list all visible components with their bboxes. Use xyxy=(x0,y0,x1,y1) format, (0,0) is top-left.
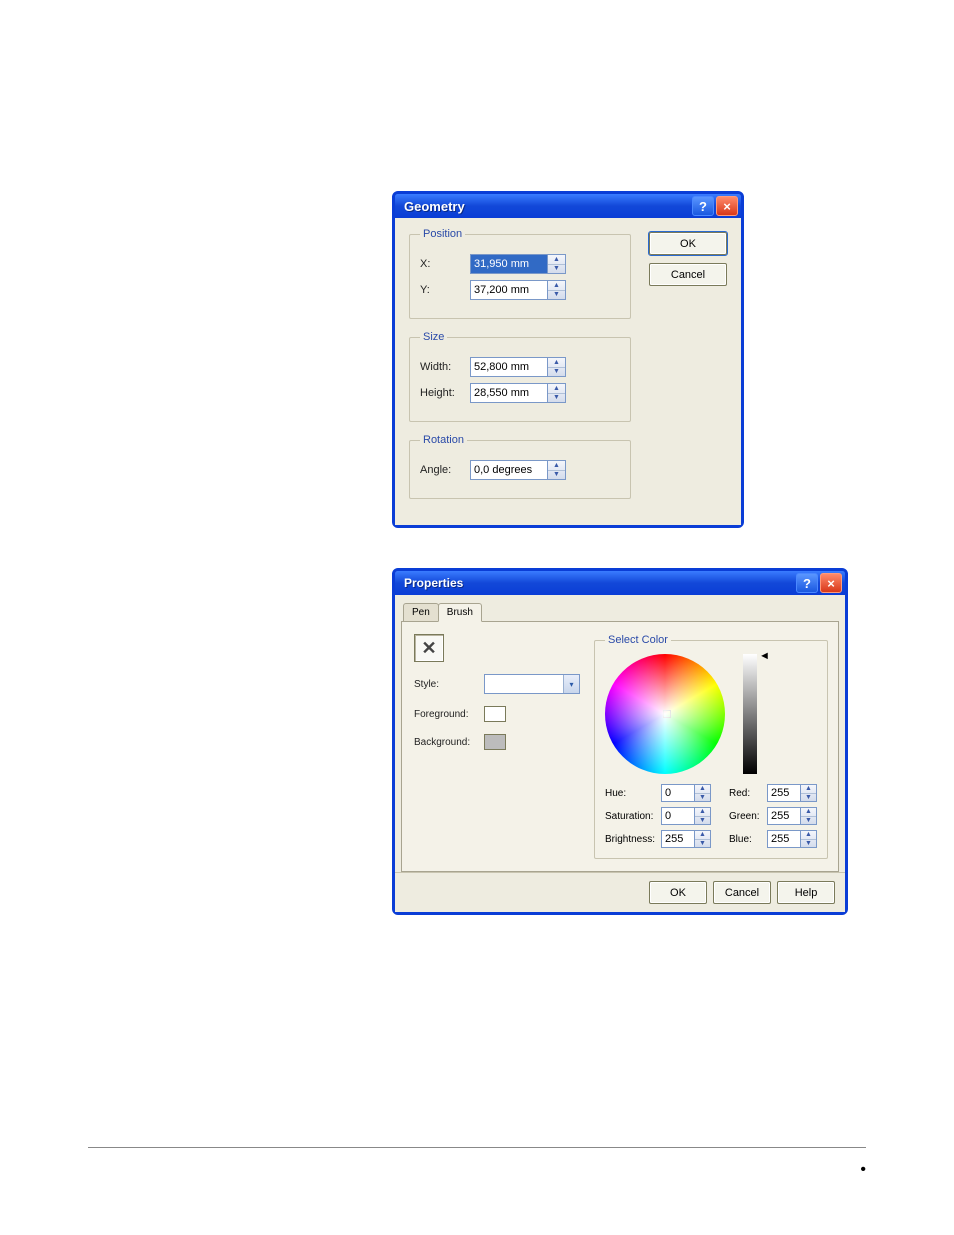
blue-input[interactable] xyxy=(767,830,801,848)
spinner-down-icon[interactable]: ▼ xyxy=(548,393,565,403)
help-icon[interactable]: ? xyxy=(796,573,818,593)
spinner-down-icon[interactable]: ▼ xyxy=(548,367,565,377)
background-swatch[interactable] xyxy=(484,734,506,750)
style-label: Style: xyxy=(414,679,484,690)
position-group: Position X: ▲▼ Y: ▲▼ xyxy=(409,228,631,319)
saturation-spinner[interactable]: ▲▼ xyxy=(661,807,711,825)
spinner-down-icon[interactable]: ▼ xyxy=(548,470,565,480)
red-spinner[interactable]: ▲▼ xyxy=(767,784,817,802)
close-icon[interactable]: × xyxy=(820,573,842,593)
width-input[interactable] xyxy=(470,357,548,377)
chevron-down-icon[interactable]: ▾ xyxy=(563,675,579,693)
angle-label: Angle: xyxy=(420,464,470,476)
width-spinner[interactable]: ▲▼ xyxy=(470,357,568,377)
brightness-label: Brightness: xyxy=(605,834,661,845)
foreground-swatch[interactable] xyxy=(484,706,506,722)
spinner-up-icon[interactable]: ▲ xyxy=(548,255,565,264)
height-spinner[interactable]: ▲▼ xyxy=(470,383,568,403)
spinner-up-icon[interactable]: ▲ xyxy=(695,808,710,816)
width-label: Width: xyxy=(420,361,470,373)
hue-label: Hue: xyxy=(605,788,661,799)
close-icon[interactable]: × xyxy=(716,196,738,216)
position-legend: Position xyxy=(420,228,465,240)
blue-label: Blue: xyxy=(729,834,767,845)
height-input[interactable] xyxy=(470,383,548,403)
angle-spinner[interactable]: ▲▼ xyxy=(470,460,568,480)
y-input[interactable] xyxy=(470,280,548,300)
spinner-up-icon[interactable]: ▲ xyxy=(548,358,565,367)
geometry-title: Geometry xyxy=(398,199,690,214)
geometry-titlebar[interactable]: Geometry ? × xyxy=(395,194,741,218)
size-legend: Size xyxy=(420,331,447,343)
brightness-arrow-icon[interactable]: ◄ xyxy=(759,650,770,662)
cancel-button[interactable]: Cancel xyxy=(649,263,727,286)
select-color-legend: Select Color xyxy=(605,634,671,646)
brush-panel: ✕ Style: ▾ Foreground: Background: xyxy=(401,621,839,872)
tab-brush[interactable]: Brush xyxy=(438,603,482,622)
x-spinner[interactable]: ▲▼ xyxy=(470,254,568,274)
background-label: Background: xyxy=(414,737,484,748)
spinner-down-icon[interactable]: ▼ xyxy=(695,816,710,825)
spinner-up-icon[interactable]: ▲ xyxy=(801,831,816,839)
spinner-up-icon[interactable]: ▲ xyxy=(548,461,565,470)
saturation-input[interactable] xyxy=(661,807,695,825)
angle-input[interactable] xyxy=(470,460,548,480)
x-input[interactable] xyxy=(470,254,548,274)
color-wheel[interactable] xyxy=(605,654,725,774)
spinner-down-icon[interactable]: ▼ xyxy=(548,264,565,274)
spinner-up-icon[interactable]: ▲ xyxy=(801,808,816,816)
spinner-down-icon[interactable]: ▼ xyxy=(695,793,710,802)
green-spinner[interactable]: ▲▼ xyxy=(767,807,817,825)
spinner-up-icon[interactable]: ▲ xyxy=(548,281,565,290)
brightness-spinner[interactable]: ▲▼ xyxy=(661,830,711,848)
rotation-legend: Rotation xyxy=(420,434,467,446)
help-icon[interactable]: ? xyxy=(692,196,714,216)
color-marker-icon[interactable] xyxy=(663,710,671,718)
blue-spinner[interactable]: ▲▼ xyxy=(767,830,817,848)
size-group: Size Width: ▲▼ Height: ▲▼ xyxy=(409,331,631,422)
properties-titlebar[interactable]: Properties ? × xyxy=(395,571,845,595)
style-combo[interactable]: ▾ xyxy=(484,674,580,694)
spinner-down-icon[interactable]: ▼ xyxy=(801,839,816,848)
y-spinner[interactable]: ▲▼ xyxy=(470,280,568,300)
brightness-strip[interactable] xyxy=(743,654,757,774)
help-button[interactable]: Help xyxy=(777,881,835,904)
no-brush-icon[interactable]: ✕ xyxy=(414,634,444,662)
spinner-up-icon[interactable]: ▲ xyxy=(695,785,710,793)
properties-dialog: Properties ? × Pen Brush ✕ Style: ▾ Fore… xyxy=(392,568,848,915)
x-label: X: xyxy=(420,258,470,270)
tab-strip: Pen Brush xyxy=(401,599,839,621)
red-label: Red: xyxy=(729,788,767,799)
spinner-up-icon[interactable]: ▲ xyxy=(695,831,710,839)
spinner-down-icon[interactable]: ▼ xyxy=(548,290,565,300)
spinner-down-icon[interactable]: ▼ xyxy=(695,839,710,848)
geometry-dialog: Geometry ? × Position X: ▲▼ Y: ▲▼ Siz xyxy=(392,191,744,528)
y-label: Y: xyxy=(420,284,470,296)
red-input[interactable] xyxy=(767,784,801,802)
rotation-group: Rotation Angle: ▲▼ xyxy=(409,434,631,499)
ok-button[interactable]: OK xyxy=(649,881,707,904)
properties-title: Properties xyxy=(398,576,794,590)
footer-separator xyxy=(88,1147,866,1148)
cancel-button[interactable]: Cancel xyxy=(713,881,771,904)
style-value xyxy=(485,675,563,693)
foreground-label: Foreground: xyxy=(414,709,484,720)
footer-bullet-icon: • xyxy=(860,1161,866,1179)
green-label: Green: xyxy=(729,811,767,822)
hue-spinner[interactable]: ▲▼ xyxy=(661,784,711,802)
ok-button[interactable]: OK xyxy=(649,232,727,255)
tab-pen[interactable]: Pen xyxy=(403,603,439,622)
spinner-down-icon[interactable]: ▼ xyxy=(801,816,816,825)
brightness-input[interactable] xyxy=(661,830,695,848)
select-color-group: Select Color ◄ Hue: ▲▼ xyxy=(594,634,828,859)
spinner-up-icon[interactable]: ▲ xyxy=(801,785,816,793)
green-input[interactable] xyxy=(767,807,801,825)
height-label: Height: xyxy=(420,387,470,399)
spinner-up-icon[interactable]: ▲ xyxy=(548,384,565,393)
hue-input[interactable] xyxy=(661,784,695,802)
spinner-down-icon[interactable]: ▼ xyxy=(801,793,816,802)
saturation-label: Saturation: xyxy=(605,811,661,822)
